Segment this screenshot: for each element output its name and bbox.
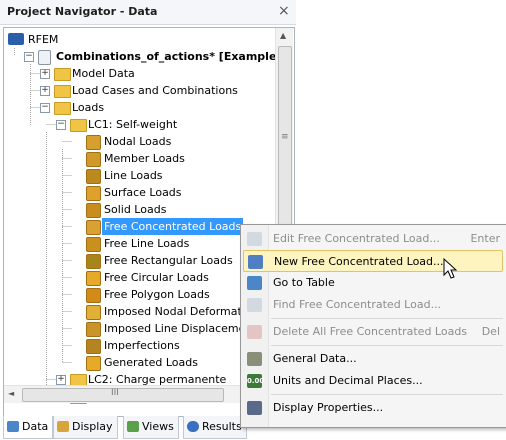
menu-separator (271, 318, 503, 319)
table-icon (247, 276, 262, 290)
rfem-icon (8, 33, 24, 45)
vertical-scroll-thumb[interactable]: ≡ (278, 46, 292, 238)
close-icon[interactable]: × (278, 3, 290, 19)
imposed-nodal-deformation-icon (86, 305, 101, 320)
menu-item-label: Display Properties... (273, 401, 384, 414)
menu-item-display-properties[interactable]: Display Properties... (243, 397, 503, 419)
menu-item-shortcut: Del (481, 325, 500, 338)
project-file-icon (38, 50, 51, 65)
free-concentrated-load-icon (86, 220, 101, 235)
context-menu: Edit Free Concentrated Load... Enter New F… (240, 224, 506, 428)
tree-item-label: Line Loads (104, 169, 163, 182)
menu-separator (271, 394, 503, 395)
collapse-icon[interactable]: − (56, 120, 66, 130)
expand-icon[interactable]: + (40, 86, 50, 96)
menu-item-find-free-concentrated-load[interactable]: Find Free Concentrated Load... (243, 294, 503, 316)
views-tab-icon (127, 421, 139, 432)
menu-item-label: Go to Table (273, 276, 335, 289)
find-icon (247, 298, 262, 312)
tree-item-label: Model Data (72, 67, 135, 80)
horizontal-scroll-thumb[interactable]: III (22, 388, 224, 402)
line-load-icon (86, 169, 101, 184)
edit-load-icon (247, 232, 262, 246)
folder-icon (54, 102, 71, 115)
tree-item-label: Solid Loads (104, 203, 167, 216)
menu-item-label: Delete All Free Concentrated Loads (273, 325, 468, 338)
tree-item-label: Generated Loads (104, 356, 198, 369)
imperfections-icon (86, 339, 101, 354)
solid-load-icon (86, 203, 101, 218)
free-polygon-load-icon (86, 288, 101, 303)
tree-item-label: Load Cases and Combinations (72, 84, 238, 97)
tree-item-label: Free Rectangular Loads (104, 254, 233, 267)
folder-icon (70, 119, 87, 132)
delete-icon (247, 325, 262, 339)
tab-views[interactable]: Views (123, 416, 179, 439)
tree-item-label: Free Line Loads (104, 237, 190, 250)
menu-item-general-data[interactable]: General Data... (243, 348, 503, 370)
collapse-icon[interactable]: − (40, 103, 50, 113)
free-line-load-icon (86, 237, 101, 252)
expand-icon[interactable]: + (40, 69, 50, 79)
tab-display[interactable]: Display (53, 416, 118, 439)
menu-item-label: General Data... (273, 352, 357, 365)
tree-item-label: Free Concentrated Loads (102, 218, 244, 235)
tree-item-label: Imperfections (104, 339, 180, 352)
surface-load-icon (86, 186, 101, 201)
new-load-icon (248, 255, 263, 269)
generated-loads-icon (86, 356, 101, 371)
free-rectangular-load-icon (86, 254, 101, 269)
tab-data[interactable]: Data (3, 416, 54, 439)
tab-results[interactable]: Results (183, 416, 247, 439)
nodal-load-icon (86, 135, 101, 150)
tab-views-label: Views (142, 420, 174, 433)
tree-item-label: Free Circular Loads (104, 271, 209, 284)
tab-results-label: Results (202, 420, 242, 433)
tab-display-label: Display (72, 420, 113, 433)
tree-item-label: Nodal Loads (104, 135, 172, 148)
display-tab-icon (57, 421, 69, 432)
display-properties-icon (247, 401, 262, 415)
tree-item-label: Free Polygon Loads (104, 288, 210, 301)
tree-item-label: Combinations_of_actions* [Examples] (56, 50, 288, 63)
tree-item-label: LC1: Self-weight (88, 118, 178, 131)
free-circular-load-icon (86, 271, 101, 286)
menu-item-new-free-concentrated-load[interactable]: New Free Concentrated Load... (243, 250, 503, 272)
menu-item-shortcut: Enter (470, 232, 500, 245)
thumb-grip-icon: ≡ (281, 132, 289, 142)
data-tab-icon (7, 421, 19, 432)
panel-title: Project Navigator - Data (7, 5, 158, 18)
menu-item-delete-all-free-concentrated-loads[interactable]: Delete All Free Concentrated Loads Del (243, 321, 503, 343)
imposed-line-displacement-icon (86, 322, 101, 337)
menu-item-edit-free-concentrated-load[interactable]: Edit Free Concentrated Load... Enter (243, 228, 503, 250)
menu-item-label: Edit Free Concentrated Load... (273, 232, 440, 245)
member-load-icon (86, 152, 101, 167)
menu-item-go-to-table[interactable]: Go to Table (243, 272, 503, 294)
menu-separator (271, 345, 503, 346)
units-icon: 0.00 (247, 374, 264, 388)
tree-item-label: Loads (72, 101, 105, 114)
scroll-left-icon[interactable]: ◄ (8, 389, 14, 398)
horizontal-scrollbar[interactable]: ◄ III ► (4, 385, 275, 403)
menu-item-label: Units and Decimal Places... (273, 374, 423, 387)
tree-item-label: Imposed Nodal Deformat (104, 305, 242, 318)
hthumb-grip-icon: III (111, 388, 119, 398)
folder-icon (54, 85, 71, 98)
folder-icon (54, 68, 71, 81)
panel-titlebar: Project Navigator - Data × (0, 0, 296, 25)
menu-item-label: New Free Concentrated Load... (274, 255, 444, 268)
tab-data-label: Data (22, 420, 49, 433)
expand-icon[interactable]: + (56, 375, 66, 385)
scroll-up-icon[interactable]: ▲ (280, 31, 286, 40)
tree-item-label: Member Loads (104, 152, 185, 165)
results-tab-icon (187, 421, 199, 432)
general-data-icon (247, 352, 262, 366)
mouse-cursor-icon (443, 258, 458, 279)
menu-item-label: Find Free Concentrated Load... (273, 298, 442, 311)
tree-item-label: Surface Loads (104, 186, 182, 199)
menu-item-units-and-decimal-places[interactable]: 0.00 Units and Decimal Places... (243, 370, 503, 392)
tree-item-label: RFEM (28, 33, 59, 46)
collapse-icon[interactable]: − (24, 52, 34, 62)
tree-item-label: Imposed Line Displaceme (104, 322, 246, 335)
